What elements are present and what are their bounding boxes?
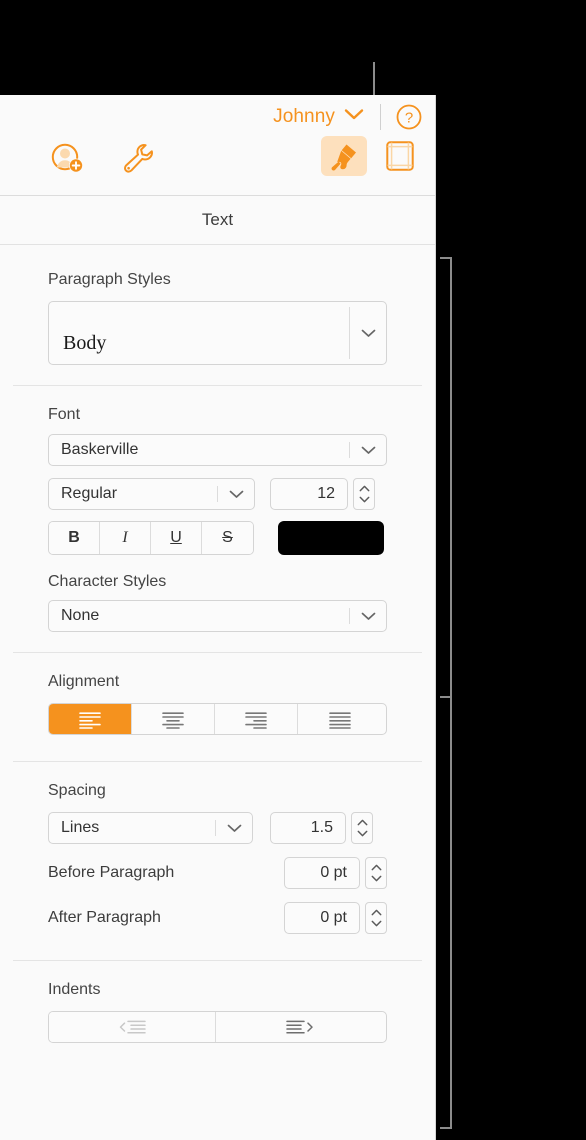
paragraph-styles-title: Paragraph Styles	[48, 271, 171, 288]
wrench-icon[interactable]	[118, 141, 158, 175]
chevron-up-icon	[357, 819, 367, 826]
type-style-row: B I U S	[48, 521, 387, 555]
spacing-value: 1.5	[310, 819, 333, 836]
paragraph-style-value: Body	[63, 332, 107, 354]
tab-text[interactable]: Text	[202, 210, 233, 230]
character-style-value: None	[61, 607, 100, 624]
format-paintbrush-button[interactable]	[321, 136, 367, 176]
chevron-down-icon[interactable]	[350, 329, 386, 338]
align-justify-button[interactable]	[298, 704, 381, 734]
indents-group	[48, 1011, 387, 1043]
increase-indent-button[interactable]	[216, 1012, 383, 1042]
chevron-down-icon[interactable]	[218, 490, 254, 499]
chevron-up-icon	[359, 485, 369, 492]
indents-title: Indents	[48, 981, 101, 998]
font-section: Font Baskerville Regular 12 B I U S Char…	[0, 406, 435, 632]
align-left-button[interactable]	[49, 704, 132, 734]
align-center-button[interactable]	[132, 704, 215, 734]
font-family-select[interactable]: Baskerville	[48, 434, 387, 466]
chevron-down-icon[interactable]	[350, 446, 386, 455]
add-person-icon[interactable]	[48, 141, 88, 175]
before-paragraph-value: 0 pt	[320, 864, 347, 881]
font-size-stepper[interactable]	[353, 478, 375, 510]
panel-tabbar: Text	[0, 196, 435, 245]
spacing-stepper[interactable]	[351, 812, 373, 844]
alignment-group	[48, 703, 387, 735]
callout-bracket-format-panel	[440, 257, 452, 1129]
alignment-title: Alignment	[48, 673, 120, 690]
spacing-row: Lines 1.5	[48, 812, 387, 844]
spacing-value-input[interactable]: 1.5	[270, 812, 346, 844]
font-style-value: Regular	[61, 485, 118, 502]
document-layout-button[interactable]	[377, 136, 423, 176]
toolbar-right-icons	[321, 136, 423, 176]
spacing-title: Spacing	[48, 782, 106, 799]
font-title: Font	[48, 406, 81, 423]
indents-section: Indents	[0, 981, 435, 1043]
before-paragraph-input[interactable]: 0 pt	[284, 857, 360, 889]
svg-text:?: ?	[405, 110, 413, 127]
chevron-down-icon	[371, 875, 381, 882]
text-color-swatch[interactable]	[278, 521, 384, 555]
spacing-section: Spacing Lines 1.5 Before Paragraph 0 pt	[0, 782, 435, 934]
app-toolbar: Johnny ?	[0, 95, 435, 196]
font-style-select[interactable]: Regular	[48, 478, 255, 510]
spacing-mode-select[interactable]: Lines	[48, 812, 253, 844]
italic-button[interactable]: I	[100, 522, 151, 554]
alignment-section: Alignment	[0, 673, 435, 735]
after-paragraph-row: After Paragraph 0 pt	[48, 902, 387, 934]
before-paragraph-label: Before Paragraph	[48, 864, 175, 881]
after-paragraph-label: After Paragraph	[48, 909, 161, 926]
chevron-down-icon[interactable]	[216, 824, 252, 833]
chevron-down-icon[interactable]	[344, 108, 364, 126]
after-paragraph-stepper[interactable]	[365, 902, 387, 934]
format-sidebar: Johnny ? Text Paragraph Styles Body Font…	[0, 95, 436, 1140]
decrease-indent-button[interactable]	[49, 1012, 216, 1042]
type-style-group: B I U S	[48, 521, 254, 555]
bold-button[interactable]: B	[49, 522, 100, 554]
font-style-row: Regular 12	[48, 478, 387, 510]
toolbar-left-icons	[48, 141, 158, 175]
character-styles-title: Character Styles	[48, 573, 167, 590]
after-paragraph-value: 0 pt	[320, 909, 347, 926]
help-icon[interactable]: ?	[395, 103, 423, 131]
character-style-select[interactable]: None	[48, 600, 387, 632]
chevron-up-icon	[371, 864, 381, 871]
before-paragraph-row: Before Paragraph 0 pt	[48, 857, 387, 889]
chevron-down-icon	[359, 496, 369, 503]
paragraph-style-select[interactable]: Body	[48, 301, 387, 365]
account-name[interactable]: Johnny	[273, 106, 335, 128]
toolbar-divider	[380, 104, 381, 130]
underline-button[interactable]: U	[151, 522, 202, 554]
spacing-mode-value: Lines	[61, 819, 100, 836]
callout-bracket-tick	[440, 696, 452, 698]
font-family-value: Baskerville	[61, 441, 139, 458]
chevron-down-icon	[357, 830, 367, 837]
strikethrough-button[interactable]: S	[202, 522, 253, 554]
chevron-up-icon	[371, 909, 381, 916]
paragraph-styles-section: Paragraph Styles Body	[0, 271, 435, 365]
account-area: Johnny ?	[273, 97, 423, 137]
chevron-down-icon[interactable]	[350, 612, 386, 621]
after-paragraph-input[interactable]: 0 pt	[284, 902, 360, 934]
font-size-value: 12	[317, 485, 335, 502]
font-size-input[interactable]: 12	[270, 478, 348, 510]
before-paragraph-stepper[interactable]	[365, 857, 387, 889]
chevron-down-icon	[371, 920, 381, 927]
align-right-button[interactable]	[215, 704, 298, 734]
